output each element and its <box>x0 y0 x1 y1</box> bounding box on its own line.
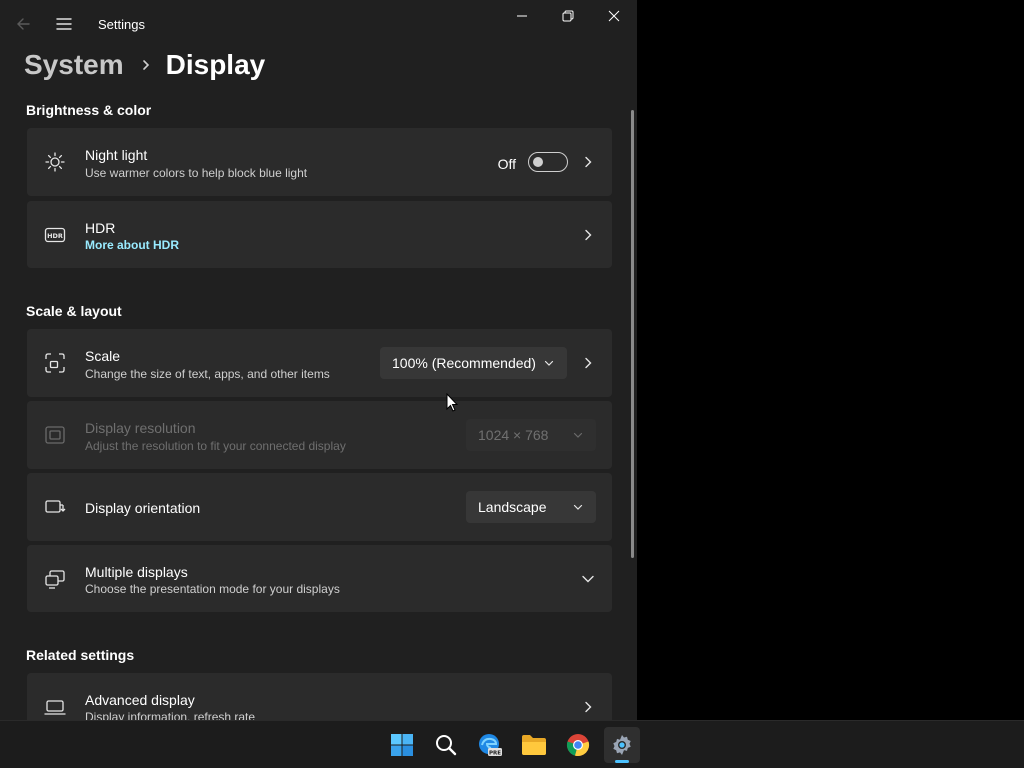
chevron-down-icon[interactable] <box>580 571 596 587</box>
navigation-menu-button[interactable] <box>52 12 76 36</box>
scale-card[interactable]: Scale Change the size of text, apps, and… <box>27 329 612 397</box>
back-arrow-icon <box>17 18 30 30</box>
section-brightness-color: Brightness & color <box>26 102 152 118</box>
title-bar: Settings <box>0 0 637 48</box>
svg-text:HDR: HDR <box>47 232 63 240</box>
hdr-card[interactable]: HDR HDR More about HDR <box>27 201 612 268</box>
night-light-card[interactable]: Night light Use warmer colors to help bl… <box>27 128 612 196</box>
display-orientation-title: Display orientation <box>85 500 201 516</box>
orientation-icon <box>43 495 67 519</box>
breadcrumb-chevron-icon <box>140 59 152 71</box>
display-resolution-subtitle: Adjust the resolution to fit your connec… <box>85 439 346 453</box>
taskbar-settings[interactable] <box>604 727 640 763</box>
advanced-display-card[interactable]: Advanced display Display information, re… <box>27 673 612 720</box>
taskbar-search-button[interactable] <box>428 727 464 763</box>
scale-title: Scale <box>85 348 121 364</box>
back-button[interactable] <box>12 12 36 36</box>
orientation-dropdown[interactable]: Landscape <box>466 491 596 523</box>
night-light-toggle[interactable] <box>528 152 568 172</box>
windows-logo-icon <box>391 734 413 756</box>
night-light-state: Off <box>497 156 516 172</box>
section-related-settings: Related settings <box>26 647 135 663</box>
minimize-icon <box>517 15 527 17</box>
chevron-down-icon <box>544 360 554 366</box>
multiple-displays-icon <box>43 567 67 591</box>
multiple-displays-card[interactable]: Multiple displays Choose the presentatio… <box>27 545 612 612</box>
close-button[interactable] <box>591 2 637 30</box>
restore-button[interactable] <box>545 2 591 30</box>
restore-icon <box>562 10 574 22</box>
multiple-displays-subtitle: Choose the presentation mode for your di… <box>85 582 340 596</box>
edge-preview-icon: PRE <box>479 734 502 757</box>
taskbar-edge-preview[interactable]: PRE <box>472 727 508 763</box>
svg-text:PRE: PRE <box>489 751 501 757</box>
page-title: Display <box>165 49 266 80</box>
minimize-button[interactable] <box>499 2 545 30</box>
gear-icon <box>613 735 631 755</box>
advanced-display-subtitle: Display information, refresh rate <box>85 710 256 720</box>
laptop-icon <box>43 695 67 719</box>
chrome-icon <box>566 734 590 757</box>
chevron-down-icon <box>573 504 583 510</box>
breadcrumb-system[interactable]: System <box>24 49 124 81</box>
orientation-value: Landscape <box>478 499 547 515</box>
brightness-icon <box>43 150 67 174</box>
display-resolution-card: Display resolution Adjust the resolution… <box>27 401 612 469</box>
taskbar-chrome[interactable] <box>560 727 596 763</box>
window-title: Settings <box>98 17 145 32</box>
night-light-subtitle: Use warmer colors to help block blue lig… <box>85 166 308 180</box>
resolution-icon <box>43 423 67 447</box>
close-icon <box>608 10 620 22</box>
night-light-title: Night light <box>85 147 148 163</box>
search-icon <box>436 735 457 756</box>
scrollbar[interactable] <box>631 110 634 558</box>
display-resolution-title: Display resolution <box>85 420 196 436</box>
taskbar: PRE <box>0 720 1024 768</box>
more-about-hdr-link[interactable]: More about HDR <box>85 238 179 252</box>
settings-window: Settings System Display Brightness & col… <box>0 0 637 720</box>
hdr-title: HDR <box>85 220 116 236</box>
chevron-right-icon <box>580 154 596 170</box>
chevron-down-icon <box>573 432 583 438</box>
folder-icon <box>522 735 546 755</box>
advanced-display-title: Advanced display <box>85 692 195 708</box>
mouse-cursor-icon <box>446 393 458 412</box>
taskbar-file-explorer[interactable] <box>516 727 552 763</box>
breadcrumb: System Display <box>24 46 265 84</box>
scale-value: 100% (Recommended) <box>392 355 536 371</box>
chevron-right-icon <box>580 355 596 371</box>
display-orientation-card[interactable]: Display orientation Landscape <box>27 473 612 541</box>
hdr-icon: HDR <box>43 223 67 247</box>
hamburger-icon <box>56 18 72 30</box>
multiple-displays-title: Multiple displays <box>85 564 188 580</box>
taskbar-start-button[interactable] <box>384 727 420 763</box>
resolution-value: 1024 × 768 <box>478 427 549 443</box>
section-scale-layout: Scale & layout <box>26 303 122 319</box>
chevron-right-icon <box>580 227 596 243</box>
scale-dropdown[interactable]: 100% (Recommended) <box>380 347 567 379</box>
toggle-knob <box>533 157 543 167</box>
scale-subtitle: Change the size of text, apps, and other… <box>85 367 330 381</box>
chevron-right-icon <box>580 699 596 715</box>
scale-icon <box>43 351 67 375</box>
active-app-indicator <box>615 760 629 763</box>
resolution-dropdown: 1024 × 768 <box>466 419 596 451</box>
